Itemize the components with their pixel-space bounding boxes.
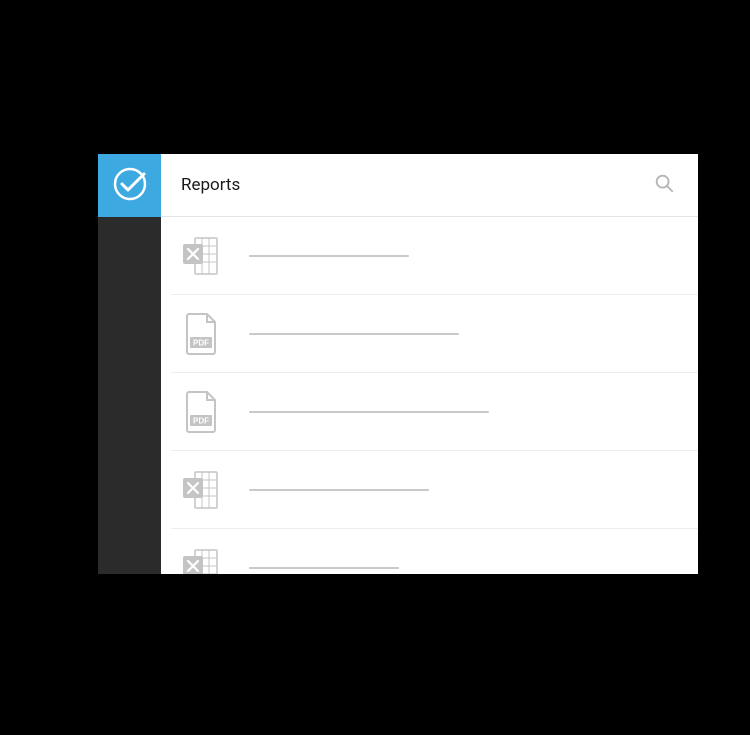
logo-tile[interactable] <box>98 154 161 217</box>
report-list: PDF PDF <box>161 217 698 574</box>
main-panel: Reports <box>161 154 698 574</box>
check-circle-icon <box>110 164 150 208</box>
list-item[interactable]: PDF <box>171 373 698 451</box>
item-title-placeholder <box>249 333 459 335</box>
list-item[interactable] <box>171 451 698 529</box>
pdf-file-icon: PDF <box>181 312 221 356</box>
item-title-placeholder <box>249 255 409 257</box>
item-title-placeholder <box>249 567 399 569</box>
search-button[interactable] <box>650 171 678 199</box>
page-title: Reports <box>181 175 650 195</box>
excel-file-icon <box>181 546 221 575</box>
header: Reports <box>161 154 698 217</box>
sidebar <box>98 154 161 574</box>
list-item[interactable] <box>171 217 698 295</box>
item-title-placeholder <box>249 489 429 491</box>
list-item[interactable]: PDF <box>171 295 698 373</box>
list-item[interactable] <box>171 529 698 574</box>
svg-text:PDF: PDF <box>193 416 209 425</box>
excel-file-icon <box>181 234 221 278</box>
pdf-file-icon: PDF <box>181 390 221 434</box>
app-window: Reports <box>98 154 698 574</box>
excel-file-icon <box>181 468 221 512</box>
svg-text:PDF: PDF <box>193 338 209 347</box>
item-title-placeholder <box>249 411 489 413</box>
search-icon <box>653 172 675 198</box>
